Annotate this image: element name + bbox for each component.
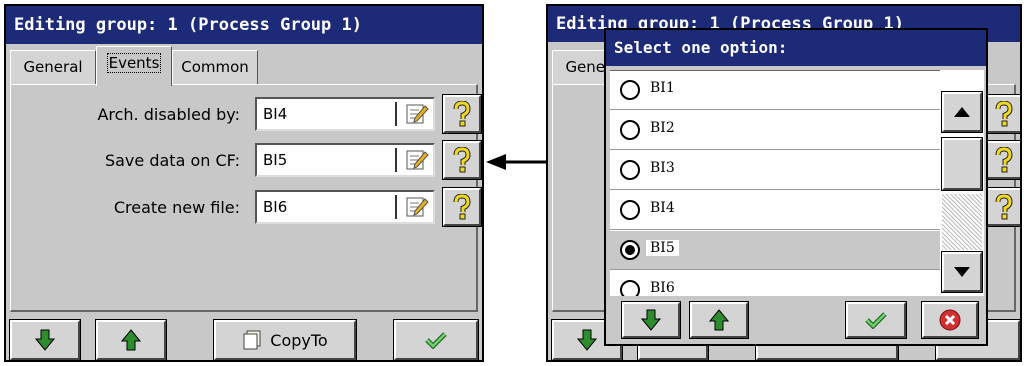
help-icon [995,101,1013,127]
arrow-down-icon [35,329,55,351]
events-tab-content: Arch. disabled by: BI4 Save data on CF: … [10,84,482,312]
field-divider [395,195,397,219]
tab-general-label: General [23,58,83,76]
scroll-down-icon [954,267,970,277]
radio-button-selected[interactable] [620,240,640,260]
scrollbar[interactable] [940,70,984,296]
edit-group-window: Editing group: 1 (Process Group 1) Gener… [4,4,484,362]
option-label: BI3 [650,160,675,176]
arch-disabled-label: Arch. disabled by: [97,105,240,124]
select-option-dialog: Select one option: BI1 BI2 BI3 BI4 BI5 B… [604,28,988,346]
arch-disabled-help-button[interactable] [442,94,482,134]
arrow-down-icon [577,329,597,351]
checkmark-icon [425,332,447,349]
list-item[interactable]: BI6 [610,271,940,296]
help-icon [453,194,471,220]
radio-button[interactable] [620,120,640,140]
dialog-ok-button[interactable] [845,301,907,339]
arrow-up-icon [121,329,141,351]
copyto-button[interactable]: CopyTo [213,319,357,361]
edit-icon[interactable] [405,103,429,125]
create-new-file-help-button[interactable] [442,187,482,227]
create-new-file-label: Create new file: [113,198,240,217]
dialog-title: Select one option: [606,30,986,66]
list-item[interactable]: BI1 [610,71,940,110]
edit-icon[interactable] [405,196,429,218]
help-icon [453,101,471,127]
option-label: BI2 [650,120,675,136]
save-data-label: Save data on CF: [104,151,240,170]
option-label: BI4 [650,200,675,216]
save-data-help-button[interactable] [442,140,482,180]
move-down-button[interactable] [9,319,81,361]
save-data-field[interactable]: BI5 [255,143,435,177]
help-icon [453,147,471,173]
copy-icon [243,330,261,350]
radio-button[interactable] [620,280,640,296]
scroll-up-button[interactable] [941,91,983,133]
radio-button[interactable] [620,160,640,180]
field-divider [395,102,397,126]
radio-button[interactable] [620,80,640,100]
ok-button[interactable] [393,319,479,361]
list-item[interactable]: BI2 [610,111,940,150]
list-item-selected[interactable]: BI5 [610,231,940,270]
arrow-up-icon [709,309,729,331]
scroll-down-button[interactable] [941,251,983,293]
option-label: BI6 [650,280,675,296]
list-item[interactable]: BI3 [610,151,940,190]
arrow-down-icon [641,309,661,331]
save-data-value: BI5 [263,151,288,169]
radio-button[interactable] [620,200,640,220]
scrollbar-thumb[interactable] [941,137,983,191]
option-list: BI1 BI2 BI3 BI4 BI5 BI6 [610,70,940,296]
window-title: Editing group: 1 (Process Group 1) [6,6,482,44]
tab-events[interactable]: Events [96,46,172,86]
dialog-move-down-button[interactable] [621,301,681,339]
create-new-file-field[interactable]: BI6 [255,190,435,224]
edit-icon[interactable] [405,149,429,171]
dialog-cancel-button[interactable] [921,301,979,339]
option-label: BI1 [650,80,675,96]
create-new-file-value: BI6 [263,198,288,216]
move-up-button[interactable] [95,319,167,361]
scroll-up-icon [954,107,970,117]
checkmark-icon [865,312,887,329]
copyto-label: CopyTo [270,330,328,350]
tab-common-label: Common [181,58,249,76]
help-icon [995,194,1013,220]
cancel-icon [939,309,961,331]
tab-general[interactable]: General [10,50,96,84]
option-label: BI5 [646,240,679,256]
tab-events-label: Events [106,53,162,73]
dialog-move-up-button[interactable] [689,301,749,339]
tab-common[interactable]: Common [172,50,258,84]
arch-disabled-value: BI4 [263,105,288,123]
list-item[interactable]: BI4 [610,191,940,230]
arch-disabled-field[interactable]: BI4 [255,97,435,131]
help-icon [995,147,1013,173]
field-divider [395,148,397,172]
background-help-button [984,94,1020,134]
background-help-button [984,187,1020,227]
background-help-button [984,140,1020,180]
bottom-button-bar: CopyTo [9,319,479,366]
scrollbar-track[interactable] [942,194,982,250]
